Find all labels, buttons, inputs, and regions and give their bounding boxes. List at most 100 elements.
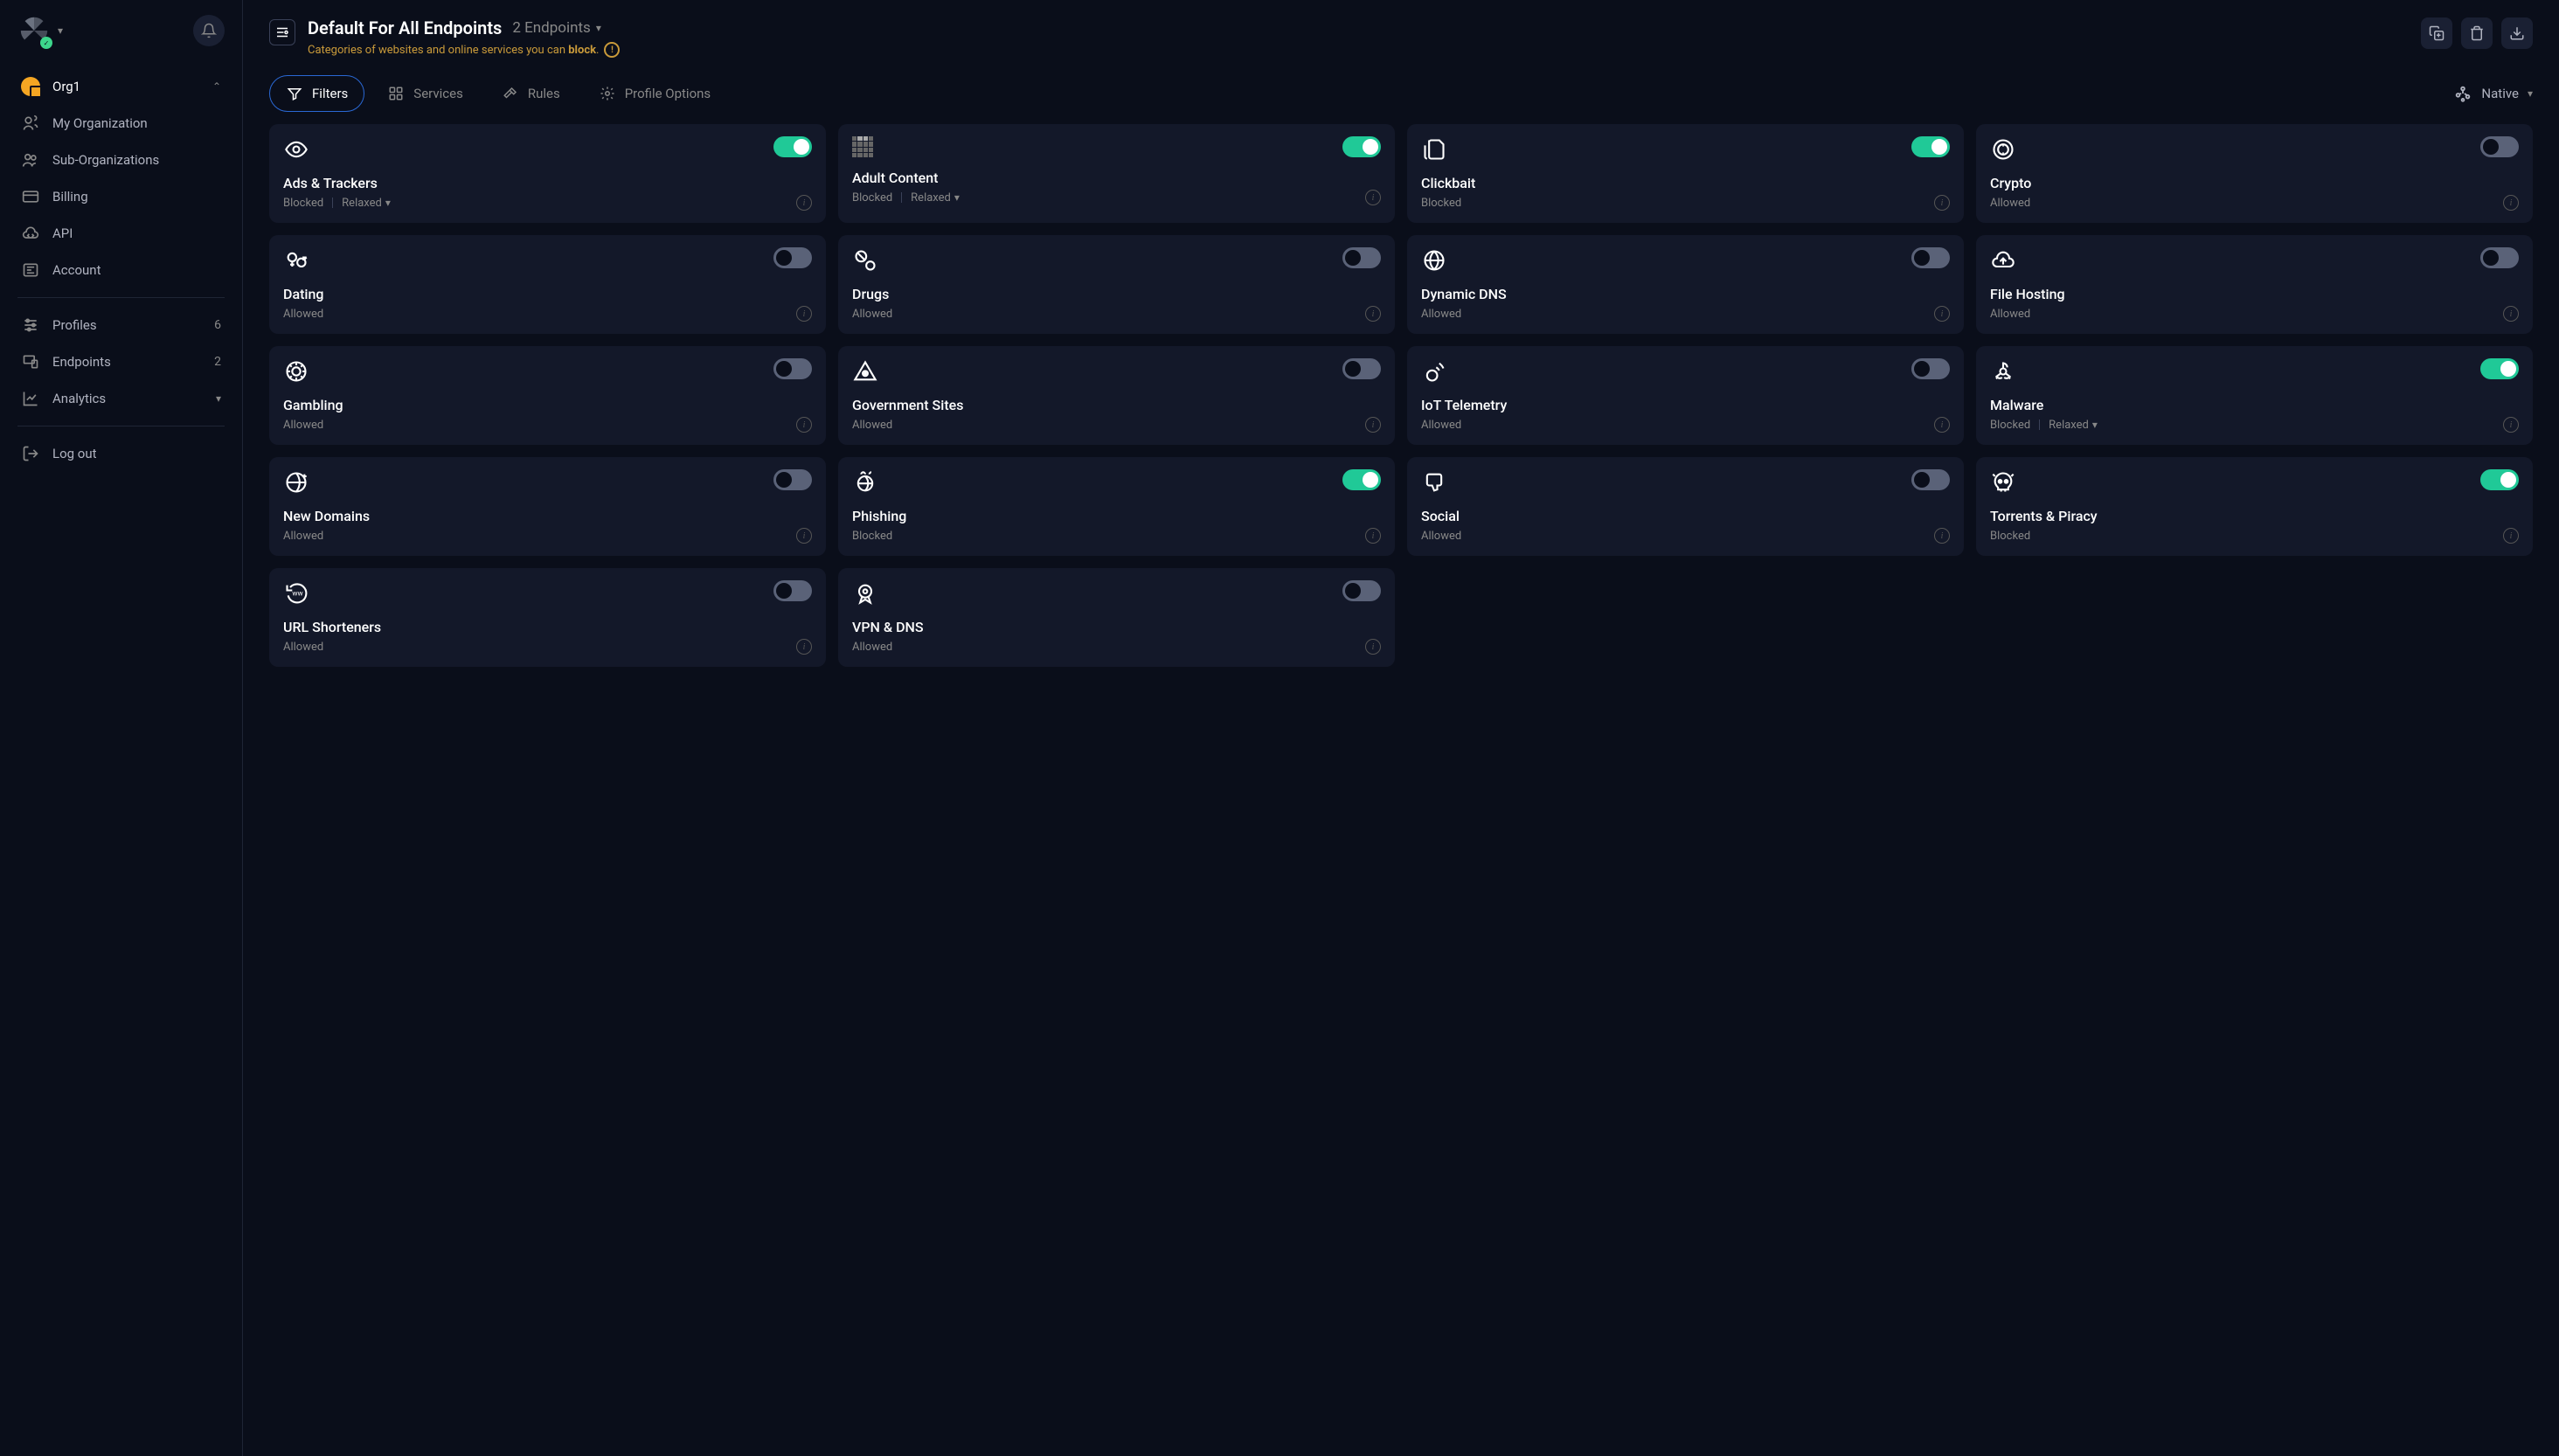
filter-name: Adult Content — [852, 170, 1381, 186]
filter-status: Blocked — [1990, 530, 2030, 543]
filter-toggle[interactable] — [1911, 136, 1950, 157]
filter-toggle[interactable] — [773, 469, 812, 490]
filter-name: Crypto — [1990, 175, 2519, 191]
filter-status: Allowed — [1421, 308, 1461, 321]
sidebar-divider — [17, 297, 225, 298]
filter-name: Government Sites — [852, 397, 1381, 413]
info-icon[interactable]: i — [1365, 639, 1381, 655]
delete-button[interactable] — [2461, 17, 2493, 49]
endpoints-dropdown[interactable]: 2 Endpoints ▾ — [512, 19, 601, 37]
id-icon — [21, 260, 40, 280]
filter-card-clickbait: ClickbaitBlockedi — [1407, 124, 1964, 223]
sidebar-item-label: Billing — [52, 189, 221, 205]
logout-icon — [21, 444, 40, 463]
filter-toggle[interactable] — [773, 247, 812, 268]
filter-toggle[interactable] — [1342, 136, 1381, 157]
tab-rules[interactable]: Rules — [486, 75, 576, 112]
sidebar-logout[interactable]: Log out — [10, 435, 232, 472]
filter-toggle[interactable] — [2480, 358, 2519, 379]
filter-card-dating: DatingAllowedi — [269, 235, 826, 334]
info-icon[interactable]: i — [796, 639, 812, 655]
sidebar-item-sub-organizations[interactable]: Sub-Organizations — [10, 142, 232, 178]
duplicate-button[interactable] — [2421, 17, 2452, 49]
filter-card-malware: MalwareBlockedRelaxed ▾i — [1976, 346, 2533, 445]
info-icon[interactable]: i — [796, 195, 812, 211]
info-icon[interactable]: i — [1934, 528, 1950, 544]
download-button[interactable] — [2501, 17, 2533, 49]
filter-toggle[interactable] — [773, 358, 812, 379]
native-selector[interactable]: Native ▾ — [2453, 84, 2533, 103]
filter-mode-dropdown[interactable]: Relaxed ▾ — [911, 191, 960, 205]
filter-toggle[interactable] — [1911, 469, 1950, 490]
tab-services[interactable]: Services — [371, 75, 479, 112]
tab-profile-options[interactable]: Profile Options — [583, 75, 726, 112]
info-icon[interactable]: i — [2503, 417, 2519, 433]
info-icon[interactable]: i — [1365, 306, 1381, 322]
filter-name: Gambling — [283, 397, 812, 413]
thumb-down-icon — [1421, 469, 1447, 496]
filter-toggle[interactable] — [2480, 469, 2519, 490]
info-icon[interactable]: i — [1934, 417, 1950, 433]
sidebar-org-header[interactable]: Org1 ⌃ — [10, 68, 232, 105]
sidebar-item-count: 6 — [214, 318, 221, 332]
filter-toggle[interactable] — [1342, 580, 1381, 601]
filter-card-new-domains: New DomainsAllowedi — [269, 457, 826, 556]
coin-icon — [1990, 136, 2016, 163]
filter-toggle[interactable] — [2480, 247, 2519, 268]
filter-name: VPN & DNS — [852, 619, 1381, 635]
filters-grid: Ads & TrackersBlockedRelaxed ▾iAdult Con… — [269, 124, 2533, 667]
warning-icon[interactable]: ! — [604, 42, 620, 58]
info-icon[interactable]: i — [1934, 195, 1950, 211]
filter-toggle[interactable] — [1911, 358, 1950, 379]
info-icon[interactable]: i — [2503, 306, 2519, 322]
filter-mode-dropdown[interactable]: Relaxed ▾ — [342, 197, 391, 210]
filter-toggle[interactable] — [773, 580, 812, 601]
info-icon[interactable]: i — [2503, 528, 2519, 544]
chart-icon — [21, 389, 40, 408]
info-icon[interactable]: i — [796, 417, 812, 433]
filter-toggle[interactable] — [1342, 247, 1381, 268]
hook-globe-icon — [852, 469, 878, 496]
sidebar-item-label: My Organization — [52, 115, 221, 131]
notifications-button[interactable] — [193, 15, 225, 46]
filter-name: New Domains — [283, 508, 812, 524]
sidebar-item-label: Sub-Organizations — [52, 152, 221, 168]
badge-icon — [852, 580, 878, 607]
sidebar-item-label: API — [52, 225, 221, 241]
filter-toggle[interactable] — [1342, 358, 1381, 379]
sidebar-item-account[interactable]: Account — [10, 252, 232, 288]
filter-toggle[interactable] — [1342, 469, 1381, 490]
logout-label: Log out — [52, 446, 97, 461]
sidebar-item-billing[interactable]: Billing — [10, 178, 232, 215]
filter-card-torrents-piracy: Torrents & PiracyBlockedi — [1976, 457, 2533, 556]
native-icon — [2453, 84, 2472, 103]
info-icon[interactable]: i — [1934, 306, 1950, 322]
info-icon[interactable]: i — [2503, 195, 2519, 211]
pills-icon — [852, 247, 878, 274]
filter-toggle[interactable] — [1911, 247, 1950, 268]
info-icon[interactable]: i — [1365, 190, 1381, 205]
eye-icon — [283, 136, 309, 163]
info-icon[interactable]: i — [1365, 528, 1381, 544]
tab-filters[interactable]: Filters — [269, 75, 364, 112]
grid-icon — [387, 85, 405, 102]
sidebar-item-label: Account — [52, 262, 221, 278]
info-icon[interactable]: i — [796, 528, 812, 544]
info-icon[interactable]: i — [796, 306, 812, 322]
filter-status: Allowed — [1990, 308, 2030, 321]
sidebar-item-endpoints[interactable]: Endpoints2 — [10, 343, 232, 380]
profile-icon — [269, 19, 295, 45]
info-icon[interactable]: i — [1365, 417, 1381, 433]
filter-name: File Hosting — [1990, 286, 2519, 302]
filter-toggle[interactable] — [2480, 136, 2519, 157]
filter-status: Allowed — [1421, 530, 1461, 543]
filter-mode-dropdown[interactable]: Relaxed ▾ — [2049, 419, 2098, 432]
sidebar-item-profiles[interactable]: Profiles6 — [10, 307, 232, 343]
filter-toggle[interactable] — [773, 136, 812, 157]
sidebar-item-analytics[interactable]: Analytics▾ — [10, 380, 232, 417]
app-logo-switcher[interactable]: ✓ ▾ — [17, 14, 63, 47]
sidebar-item-my-organization[interactable]: My Organization — [10, 105, 232, 142]
tabs: FiltersServicesRulesProfile Options — [269, 75, 726, 112]
filter-status: Blocked — [1990, 419, 2030, 432]
sidebar-item-api[interactable]: API — [10, 215, 232, 252]
